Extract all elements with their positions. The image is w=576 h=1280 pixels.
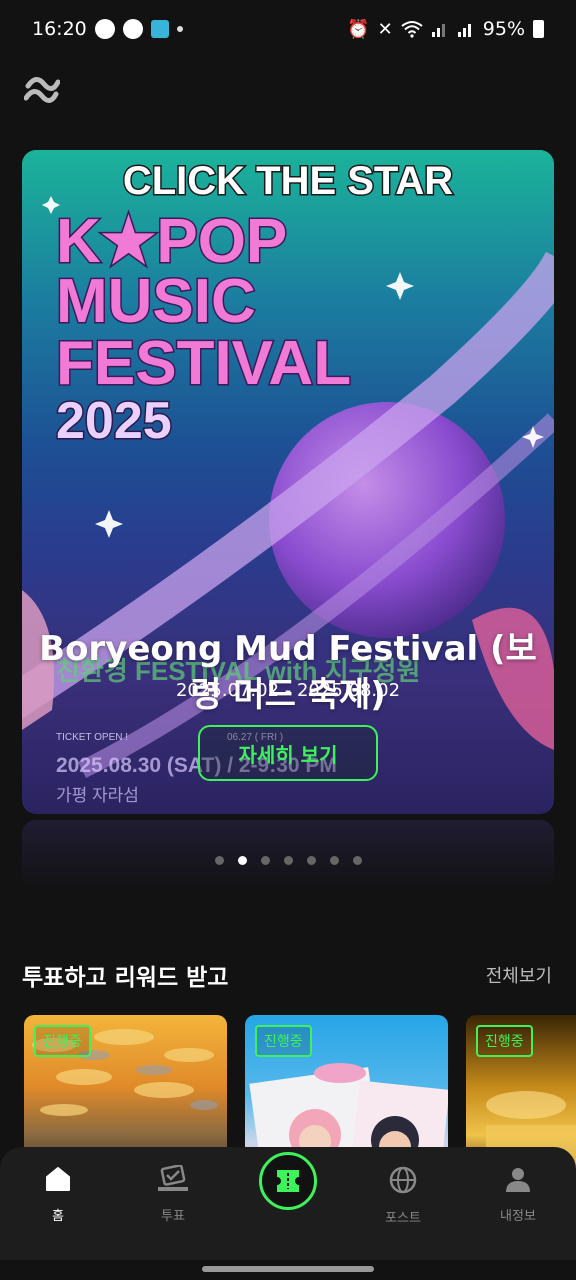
carousel-dot[interactable] bbox=[283, 856, 293, 865]
banner-title: Boryeong Mud Festival (보령 머드 축제) bbox=[39, 629, 537, 715]
carousel-dot[interactable] bbox=[352, 856, 362, 865]
banner-image-line1: K★POP bbox=[56, 207, 287, 276]
carousel-dot[interactable] bbox=[306, 856, 316, 865]
banner-date-range: 2025.07.02 - 2025.08.02 bbox=[175, 680, 401, 701]
carousel-dot[interactable] bbox=[214, 856, 224, 865]
nav-profile-label: 내정보 bbox=[500, 1209, 536, 1224]
banner-image-ticket: TICKET OPEN ! bbox=[56, 732, 128, 743]
status-left: 16:20 bbox=[32, 18, 183, 40]
signal-icon-2 bbox=[457, 24, 471, 37]
gesture-handle[interactable] bbox=[202, 1266, 374, 1272]
nav-ticket[interactable] bbox=[259, 1152, 317, 1210]
messenger-icon-2 bbox=[122, 19, 143, 39]
status-bar: 16:20 ⏰ ✕ 95% bbox=[0, 0, 576, 58]
banner-image-venue: 가평 자라섬 bbox=[56, 786, 139, 805]
vote-icon bbox=[158, 1165, 188, 1191]
status-badge: 진행중 bbox=[34, 1025, 91, 1057]
view-all-link[interactable]: 전체보기 bbox=[486, 962, 552, 988]
nav-home[interactable]: 홈 bbox=[13, 1165, 103, 1224]
carousel-dot-active[interactable] bbox=[237, 856, 247, 865]
wifi-icon bbox=[401, 21, 423, 38]
battery-icon bbox=[533, 20, 544, 38]
battery-percent: 95% bbox=[482, 18, 525, 40]
status-badge: 진행중 bbox=[255, 1025, 312, 1057]
status-badge: 진행중 bbox=[476, 1025, 533, 1057]
ticket-icon bbox=[277, 1170, 299, 1192]
signal-icon bbox=[431, 24, 445, 37]
more-notifications-dot-icon bbox=[176, 26, 183, 32]
banner-reflection bbox=[22, 820, 554, 890]
nav-vote-label: 투표 bbox=[161, 1209, 185, 1224]
alarm-icon: ⏰ bbox=[347, 18, 370, 40]
nav-home-label: 홈 bbox=[52, 1209, 64, 1224]
detail-button[interactable]: 자세히 보기 bbox=[198, 725, 378, 781]
banner-image-headline: CLICK THE STAR bbox=[123, 159, 453, 203]
home-icon bbox=[46, 1167, 70, 1191]
task-check-icon bbox=[150, 20, 169, 38]
nav-post-label: 포스트 bbox=[385, 1211, 421, 1226]
profile-icon bbox=[506, 1168, 530, 1192]
carousel-dot[interactable] bbox=[260, 856, 270, 865]
banner-image-line3: FESTIVAL bbox=[56, 329, 351, 398]
bottom-navigation: 홈 투표 포스트 내정보 bbox=[0, 1147, 576, 1260]
nav-profile[interactable]: 내정보 bbox=[473, 1165, 563, 1224]
gesture-bar bbox=[0, 1260, 576, 1280]
nav-vote[interactable]: 투표 bbox=[128, 1165, 218, 1224]
carousel-dot[interactable] bbox=[329, 856, 339, 865]
carousel-indicator bbox=[0, 856, 576, 865]
section-title: 투표하고 리워드 받고 bbox=[22, 965, 229, 991]
status-time: 16:20 bbox=[32, 18, 87, 40]
banner-image-line2: MUSIC bbox=[56, 267, 256, 336]
messenger-icon bbox=[94, 19, 115, 39]
app-logo-icon bbox=[24, 77, 60, 103]
banner-image-line4: 2025 bbox=[56, 392, 172, 450]
status-right: ⏰ ✕ 95% bbox=[347, 18, 544, 40]
globe-icon bbox=[389, 1166, 417, 1194]
nav-post[interactable]: 포스트 bbox=[358, 1165, 448, 1226]
mute-icon: ✕ bbox=[377, 18, 393, 40]
festival-banner[interactable]: CLICK THE STAR K★POP MUSIC FESTIVAL 2025… bbox=[22, 150, 554, 814]
